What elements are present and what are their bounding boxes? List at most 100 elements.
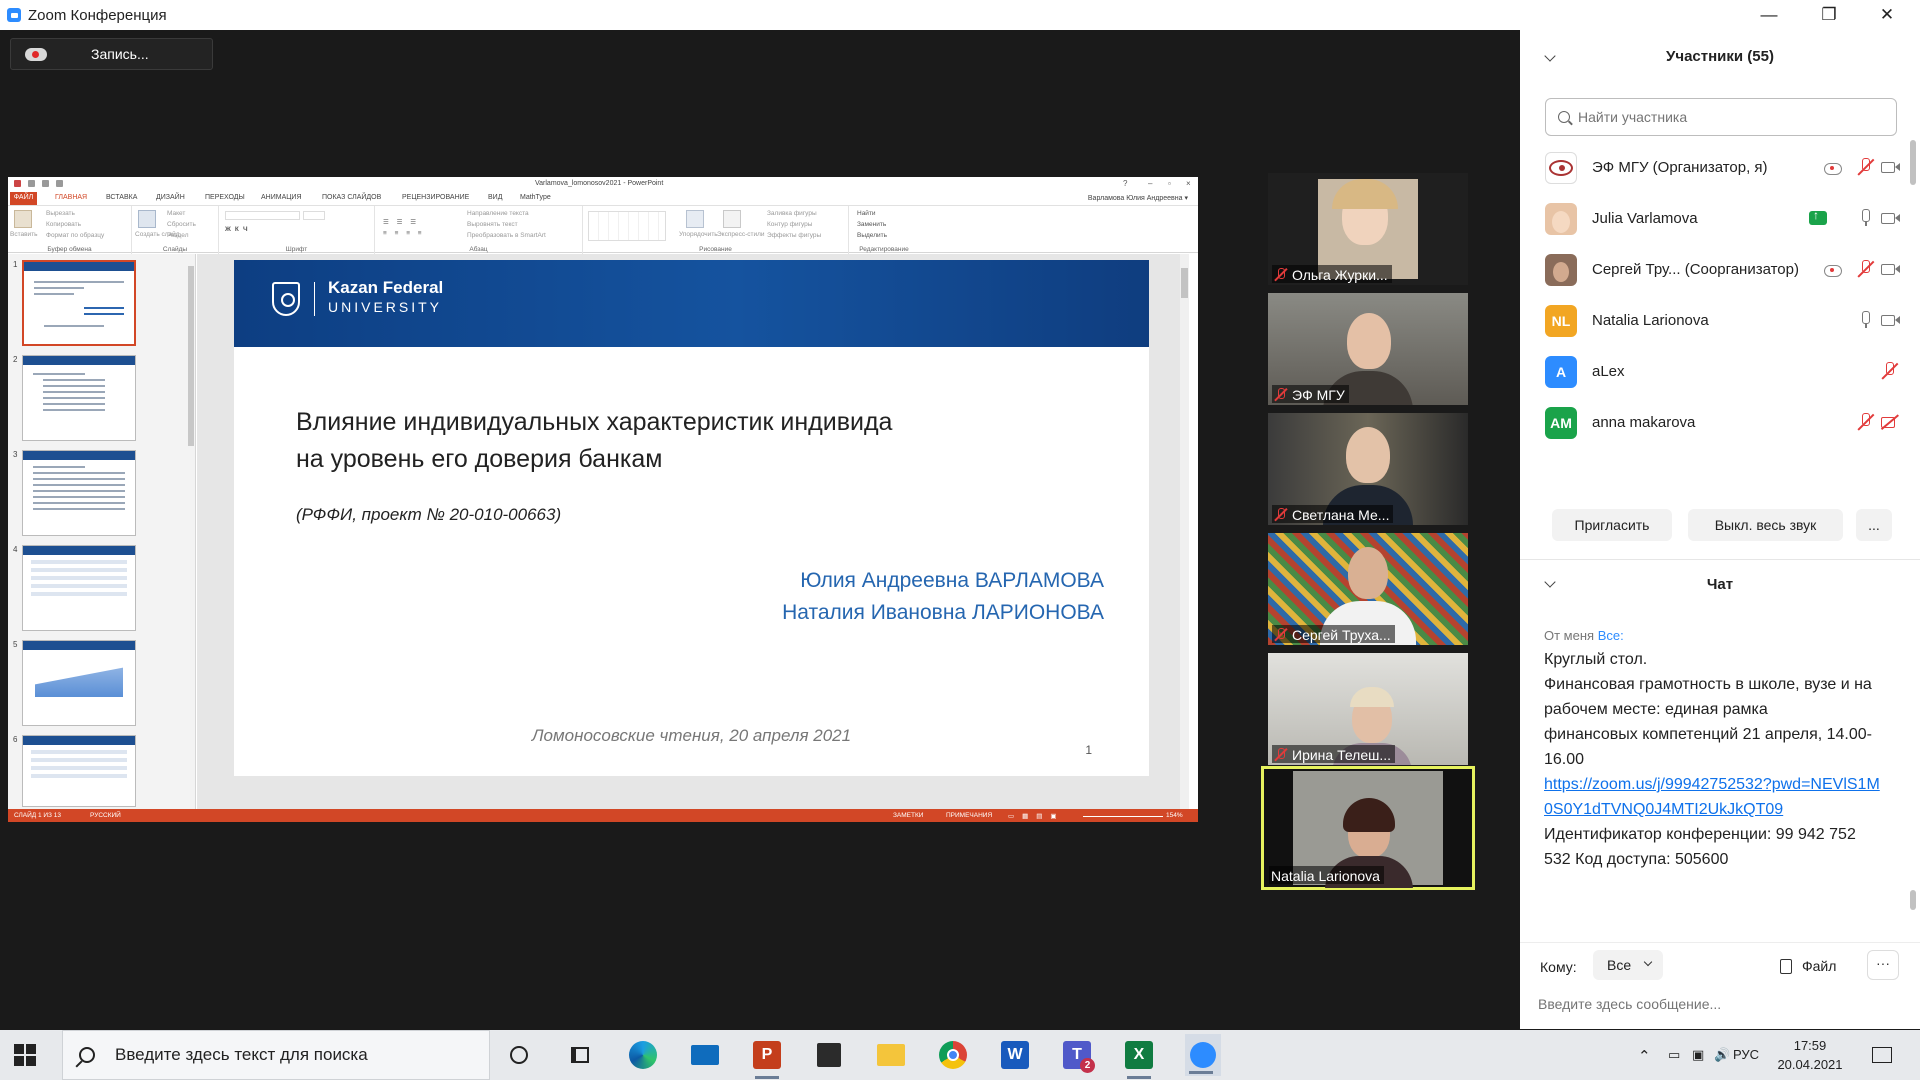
chat-recipient: Все: xyxy=(1597,628,1624,643)
chat-link[interactable]: https://zoom.us/j/99942752532?pwd=NEVlS1… xyxy=(1544,776,1880,818)
chat-scrollbar[interactable] xyxy=(1910,890,1916,910)
powerpoint-icon[interactable]: P xyxy=(751,1039,783,1079)
slide-thumbnail-4[interactable] xyxy=(22,545,136,631)
teams-icon[interactable]: T2 xyxy=(1061,1039,1095,1073)
slide-scrollbar[interactable] xyxy=(1180,254,1189,809)
slide-thumbnail-3[interactable] xyxy=(22,450,136,536)
participant-row[interactable]: A aLex xyxy=(1520,346,1910,397)
mute-all-button[interactable]: Выкл. весь звук xyxy=(1688,509,1843,541)
tray-overflow-icon[interactable]: ⌃ xyxy=(1638,1047,1651,1065)
camera-icon[interactable] xyxy=(1880,208,1900,228)
current-slide[interactable]: Kazan Federal UNIVERSITY Влияние индивид… xyxy=(234,260,1149,776)
network-icon[interactable]: ▣ xyxy=(1692,1047,1704,1063)
taskbar-search[interactable]: Введите здесь текст для поиска xyxy=(62,1030,490,1080)
ribbon-group-editing: Найти Заменить Выделить Редактирование xyxy=(849,206,919,254)
video-tile[interactable]: Ольга Журки... xyxy=(1268,173,1468,285)
invite-button[interactable]: Пригласить xyxy=(1552,509,1672,541)
layout-label: Макет xyxy=(167,210,186,217)
ppt-quick-access-bar: Varlamova_lomonosov2021 - PowerPoint ? –… xyxy=(8,177,1198,192)
mic-muted-icon[interactable] xyxy=(1856,412,1876,432)
mic-muted-icon[interactable] xyxy=(1856,157,1876,177)
camera-off-icon[interactable] xyxy=(1880,412,1900,432)
slide-thumbnail-6[interactable] xyxy=(22,735,136,807)
slide-thumbnail-1[interactable] xyxy=(22,260,136,346)
video-name-label: Ирина Телеш... xyxy=(1272,745,1396,763)
screen-share-icon xyxy=(1809,208,1827,225)
participant-row[interactable]: ЭФ МГУ (Организатор, я) xyxy=(1520,142,1910,193)
recording-indicator[interactable]: Запись... xyxy=(10,38,213,70)
ribbon-group-slides: Создать слайд Макет Сбросить Раздел Слай… xyxy=(132,206,219,254)
quick-styles-label: Экспресс-стили xyxy=(717,231,765,238)
participant-row[interactable] xyxy=(1520,448,1910,456)
avatar xyxy=(1545,203,1577,235)
cortana-icon[interactable] xyxy=(503,1039,535,1071)
participants-more-button[interactable]: ... xyxy=(1856,509,1892,541)
input-language[interactable]: РУС xyxy=(1733,1047,1759,1062)
tab-insert: ВСТАВКА xyxy=(106,194,138,201)
participant-row[interactable]: Julia Varlamova xyxy=(1520,193,1910,244)
ribbon-group-font: ЖКЧ Шрифт xyxy=(219,206,375,254)
chat-message-input[interactable] xyxy=(1538,996,1898,1012)
participant-row[interactable]: NL Natalia Larionova xyxy=(1520,295,1910,346)
minimize-button[interactable]: — xyxy=(1740,0,1798,30)
participant-search-input[interactable] xyxy=(1578,109,1878,125)
video-tile[interactable]: Ирина Телеш... xyxy=(1268,653,1468,765)
slide-thumbnail-5[interactable] xyxy=(22,640,136,726)
taskbar-clock[interactable]: 17:59 20.04.2021 xyxy=(1770,1036,1850,1074)
notes-button[interactable]: ЗАМЕТКИ xyxy=(893,812,923,819)
edge-icon[interactable] xyxy=(627,1039,659,1071)
video-tile[interactable]: ЭФ МГУ xyxy=(1268,293,1468,405)
shape-fill-label: Заливка фигуры xyxy=(767,210,817,217)
chat-recipient-select[interactable]: Все xyxy=(1593,950,1663,980)
chat-file-button[interactable]: Файл xyxy=(1780,958,1836,974)
chat-more-button[interactable]: ··· xyxy=(1867,950,1899,980)
font-style-icons: ЖКЧ xyxy=(225,226,252,233)
shared-screen-powerpoint[interactable]: Varlamova_lomonosov2021 - PowerPoint ? –… xyxy=(8,177,1198,822)
participant-name: Julia Varlamova xyxy=(1592,210,1698,227)
video-tile-active-speaker[interactable]: Natalia Larionova xyxy=(1261,766,1475,890)
restore-button[interactable]: ❐ xyxy=(1800,0,1858,30)
zoom-slider[interactable] xyxy=(1083,816,1163,817)
video-tile[interactable]: Светлана Ме... xyxy=(1268,413,1468,525)
thumbnails-scrollbar[interactable] xyxy=(187,256,195,806)
mic-muted-icon[interactable] xyxy=(1856,259,1876,279)
notifications-icon[interactable] xyxy=(1866,1039,1898,1071)
task-view-icon[interactable] xyxy=(564,1039,596,1071)
slide-thumbnail-2[interactable] xyxy=(22,355,136,441)
participant-row[interactable]: Сергей Тру... (Соорганизатор) xyxy=(1520,244,1910,295)
replace-label: Заменить xyxy=(857,221,887,228)
mail-icon[interactable] xyxy=(689,1039,721,1071)
mic-icon[interactable] xyxy=(1856,310,1876,330)
mic-muted-icon[interactable] xyxy=(1880,361,1900,381)
excel-icon[interactable]: X xyxy=(1123,1039,1155,1079)
start-button[interactable] xyxy=(14,1044,36,1066)
zoom-taskbar-icon[interactable] xyxy=(1185,1034,1221,1076)
chrome-icon[interactable] xyxy=(937,1039,969,1071)
participant-search[interactable] xyxy=(1545,98,1897,136)
battery-icon[interactable]: ▭ xyxy=(1668,1047,1680,1063)
slide-footer: Ломоносовские чтения, 20 апреля 2021 xyxy=(531,726,852,745)
word-icon[interactable]: W xyxy=(999,1039,1031,1071)
window-title: Zoom Конференция xyxy=(28,6,167,24)
ppt-close-icon: × xyxy=(1186,179,1191,188)
cloud-record-icon xyxy=(1822,259,1842,279)
file-explorer-icon[interactable] xyxy=(875,1039,907,1071)
bullets-icons: ☰ ☰ ☰ xyxy=(383,219,420,226)
camera-icon[interactable] xyxy=(1880,310,1900,330)
store-icon[interactable] xyxy=(813,1039,845,1071)
video-tile[interactable]: Сергей Труха... xyxy=(1268,533,1468,645)
view-buttons[interactable]: ▭▦▤▣ xyxy=(1008,812,1065,820)
university-subtitle: UNIVERSITY xyxy=(328,299,443,315)
participant-row[interactable]: AM anna makarova xyxy=(1520,397,1910,448)
camera-icon[interactable] xyxy=(1880,259,1900,279)
mic-icon[interactable] xyxy=(1856,208,1876,228)
participants-scrollbar[interactable] xyxy=(1910,140,1916,185)
avatar xyxy=(1545,152,1577,184)
volume-icon[interactable]: 🔊 xyxy=(1714,1047,1730,1063)
close-button[interactable]: ✕ xyxy=(1858,0,1916,30)
tab-home: ГЛАВНАЯ xyxy=(55,194,88,201)
comments-button[interactable]: ПРИМЕЧАНИЯ xyxy=(946,812,992,819)
chat-title: Чат xyxy=(1706,576,1734,593)
camera-icon[interactable] xyxy=(1880,157,1900,177)
quick-styles-icon xyxy=(723,210,741,228)
